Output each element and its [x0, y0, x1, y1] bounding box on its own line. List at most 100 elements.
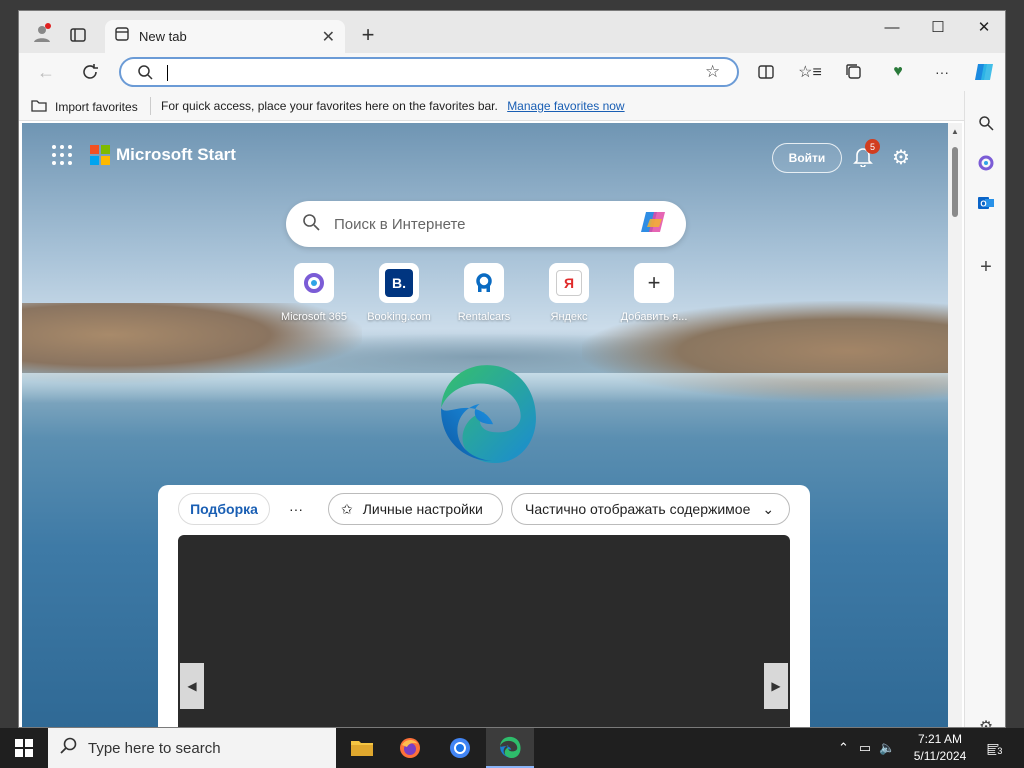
- brand-header: Microsoft Start: [52, 145, 236, 165]
- volume-muted-icon[interactable]: 🔈: [879, 740, 895, 756]
- brand-title[interactable]: Microsoft Start: [116, 145, 236, 165]
- address-bar[interactable]: ☆: [119, 57, 739, 87]
- close-window-button[interactable]: ✕: [961, 11, 1005, 43]
- favorites-message: For quick access, place your favorites h…: [161, 99, 625, 113]
- chevron-up-icon[interactable]: ⌃: [838, 740, 849, 756]
- copilot-icon[interactable]: [640, 209, 670, 240]
- personalize-button[interactable]: ✩ Личные настройки: [328, 493, 503, 525]
- rentalcars-icon: [464, 263, 504, 303]
- sidebar-m365-icon[interactable]: [974, 151, 998, 175]
- network-icon[interactable]: ▭: [859, 740, 871, 756]
- firefox-icon[interactable]: [386, 728, 434, 768]
- toolbar: ← ☆ ☆≡ ♥ ···: [19, 53, 1005, 91]
- content-mode-label: Частично отображать содержимое: [525, 501, 751, 517]
- quick-link-label: Microsoft 365: [280, 311, 348, 323]
- edge-sidebar: O + ⚙: [964, 91, 1005, 727]
- carousel-next-button[interactable]: ▶: [764, 663, 788, 709]
- favorites-bar: Import favorites For quick access, place…: [19, 91, 1005, 121]
- action-center-icon[interactable]: ▤ 3: [978, 728, 1008, 768]
- quick-link-microsoft-365[interactable]: Microsoft 365: [269, 263, 359, 323]
- new-tab-button[interactable]: +: [353, 20, 383, 50]
- edge-logo-icon: [441, 365, 536, 463]
- chrome-icon[interactable]: [436, 728, 484, 768]
- sidebar-search-icon[interactable]: [974, 111, 998, 135]
- profile-icon[interactable]: [27, 18, 57, 48]
- text-caret: [167, 65, 168, 81]
- clock-date: 5/11/2024: [913, 749, 967, 763]
- sidebar-outlook-icon[interactable]: O: [974, 191, 998, 215]
- browser-essentials-icon[interactable]: ♥: [883, 57, 913, 87]
- more-menu-icon[interactable]: ···: [927, 57, 957, 87]
- quick-link-yandex[interactable]: Я Яндекс: [524, 263, 614, 323]
- content-mode-dropdown[interactable]: Частично отображать содержимое ⌄: [511, 493, 790, 525]
- tab-actions-icon[interactable]: [63, 20, 93, 50]
- settings-gear-icon[interactable]: ⚙: [892, 145, 916, 169]
- booking-icon: B.: [379, 263, 419, 303]
- system-tray: ⌃ ▭ 🔈: [838, 728, 895, 768]
- minimize-button[interactable]: —: [869, 11, 915, 43]
- scroll-up-icon[interactable]: ▲: [951, 127, 959, 136]
- search-icon: [302, 213, 320, 236]
- sparkle-icon: ✩: [341, 500, 353, 517]
- import-icon: [31, 98, 47, 115]
- favorites-icon[interactable]: ☆≡: [795, 57, 825, 87]
- split-screen-icon[interactable]: [751, 57, 781, 87]
- quick-link-add[interactable]: + Добавить я...: [609, 263, 699, 323]
- close-tab-icon[interactable]: ✕: [322, 27, 335, 47]
- sidebar-add-icon[interactable]: +: [974, 255, 998, 279]
- web-search-placeholder: Поиск в Интернете: [334, 215, 466, 233]
- collections-icon[interactable]: [839, 57, 869, 87]
- manage-favorites-link[interactable]: Manage favorites now: [507, 99, 624, 113]
- tab-new-tab[interactable]: New tab ✕: [105, 20, 345, 53]
- login-button[interactable]: Войти: [772, 143, 842, 173]
- page-icon: [115, 27, 129, 46]
- clock-time: 7:21 AM: [917, 732, 963, 746]
- divider: [150, 97, 151, 115]
- import-favorites-button[interactable]: Import favorites: [31, 98, 138, 115]
- favorites-hint: For quick access, place your favorites h…: [161, 99, 498, 113]
- carousel-prev-button[interactable]: ◀: [180, 663, 204, 709]
- import-favorites-label: Import favorites: [55, 99, 138, 114]
- file-explorer-icon[interactable]: [338, 728, 386, 768]
- quick-link-label: Яндекс: [550, 311, 588, 323]
- edge-icon[interactable]: [486, 728, 534, 768]
- more-options-icon[interactable]: ···: [284, 493, 308, 525]
- personalize-label: Личные настройки: [362, 501, 483, 517]
- tab-bar: New tab ✕ + — ☐ ✕: [19, 11, 1005, 53]
- favorite-star-icon[interactable]: ☆: [705, 62, 720, 82]
- notifications-bell-icon[interactable]: 5: [852, 139, 880, 169]
- web-search-box[interactable]: Поиск в Интернете: [286, 201, 686, 247]
- new-tab-page: Microsoft Start Войти 5 ⚙ Поиск в Интерн…: [22, 123, 948, 727]
- search-icon: [137, 64, 153, 85]
- svg-text:O: O: [980, 200, 986, 209]
- microsoft-logo-icon: [90, 145, 110, 165]
- refresh-icon[interactable]: [75, 57, 105, 87]
- m365-icon: [294, 263, 334, 303]
- page-scrollbar[interactable]: ▲: [948, 123, 962, 727]
- quick-link-rentalcars[interactable]: Rentalcars: [439, 263, 529, 323]
- quick-link-booking[interactable]: B. Booking.com: [354, 263, 444, 323]
- apps-launcher-icon[interactable]: [52, 145, 72, 165]
- maximize-button[interactable]: ☐: [915, 11, 961, 43]
- start-button[interactable]: [0, 728, 48, 768]
- news-feed-panel: Подборка ··· ✩ Личные настройки Частично…: [158, 485, 810, 727]
- windows-logo-icon: [15, 739, 33, 757]
- browser-window: New tab ✕ + — ☐ ✕ ← ☆ ☆≡ ♥ ··· Import fa…: [18, 10, 1006, 728]
- featured-content-card[interactable]: ◀ ▶: [178, 535, 790, 727]
- sidebar-settings-icon[interactable]: ⚙: [974, 715, 998, 727]
- copilot-icon[interactable]: [969, 57, 999, 87]
- quick-link-label: Добавить я...: [620, 311, 688, 323]
- yandex-icon: Я: [549, 263, 589, 303]
- back-arrow-icon[interactable]: ←: [31, 57, 61, 87]
- chevron-down-icon: ⌄: [762, 500, 775, 517]
- quick-link-label: Rentalcars: [457, 311, 511, 323]
- add-icon: +: [634, 263, 674, 303]
- quick-link-label: Booking.com: [367, 311, 431, 323]
- scrollbar-thumb[interactable]: [952, 147, 958, 217]
- taskbar-clock[interactable]: 7:21 AM 5/11/2024: [910, 731, 970, 765]
- notification-count: 3: [995, 745, 1005, 756]
- tab-podborka[interactable]: Подборка: [178, 493, 270, 525]
- tab-title: New tab: [139, 29, 187, 44]
- taskbar-search-box[interactable]: Type here to search: [48, 728, 336, 768]
- taskbar-search-placeholder: Type here to search: [88, 739, 221, 757]
